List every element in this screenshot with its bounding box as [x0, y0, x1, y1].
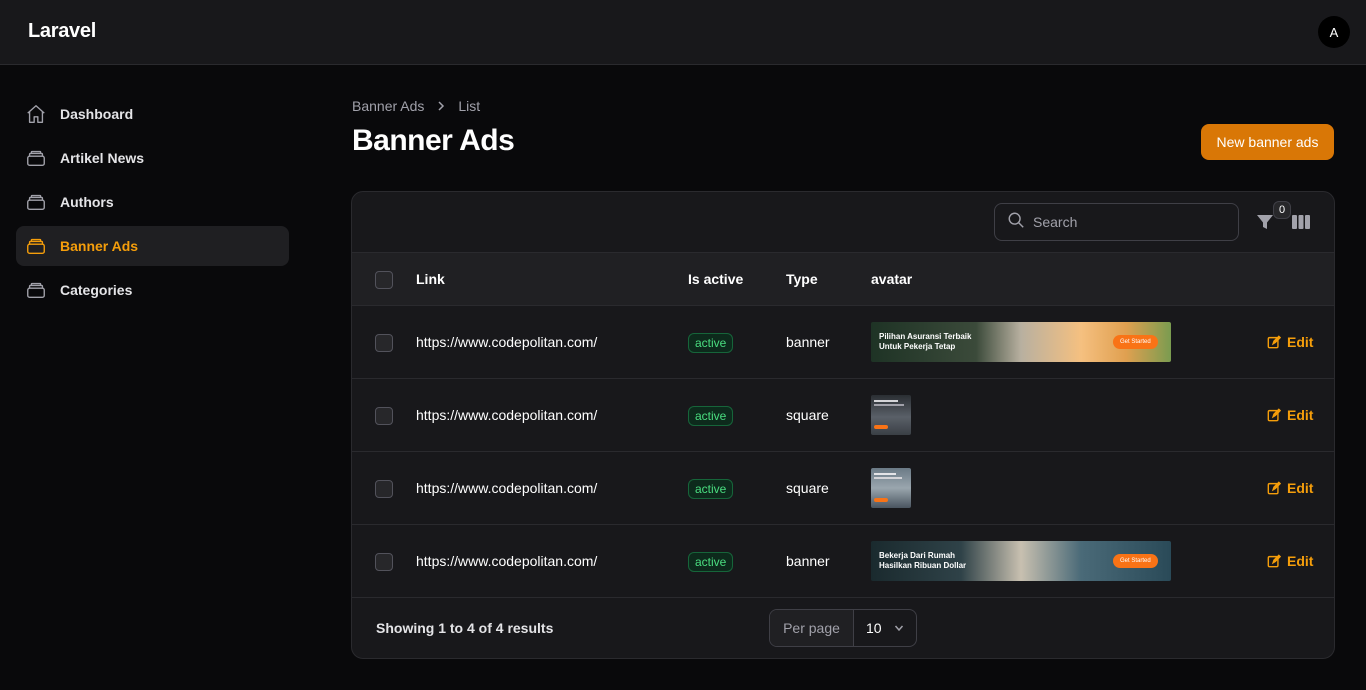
page-title: Banner Ads	[352, 124, 515, 157]
sidebar-item-label: Banner Ads	[60, 238, 139, 254]
sidebar-item-artikel-news[interactable]: Artikel News	[16, 138, 289, 178]
row-checkbox[interactable]	[375, 407, 393, 425]
table-footer: Showing 1 to 4 of 4 results Per page 10	[352, 598, 1334, 658]
sidebar-item-label: Dashboard	[60, 106, 134, 122]
status-badge: active	[688, 333, 734, 353]
chevron-right-icon	[436, 101, 446, 111]
banner-image	[871, 468, 911, 508]
type-cell: square	[786, 480, 829, 496]
table-row: https://www.codepolitan.com/ active bann…	[352, 306, 1334, 379]
column-header-avatar[interactable]: avatar	[871, 271, 912, 287]
banner-image: Bekerja Dari Rumah Hasilkan Ribuan Dolla…	[871, 541, 1171, 581]
edit-label: Edit	[1287, 407, 1314, 423]
sidebar-item-authors[interactable]: Authors	[16, 182, 289, 222]
edit-button[interactable]: Edit	[1267, 334, 1313, 350]
sidebar-item-label: Categories	[60, 282, 133, 298]
edit-label: Edit	[1287, 480, 1314, 496]
row-checkbox[interactable]	[375, 553, 393, 571]
table-row: https://www.codepolitan.com/ active squa…	[352, 452, 1334, 525]
banner-subline: Untuk Pekerja Tetap	[879, 342, 956, 351]
filter-icon[interactable]	[1255, 212, 1275, 232]
edit-button[interactable]: Edit	[1267, 480, 1313, 496]
chevron-down-icon	[894, 620, 904, 636]
table-header: Link Is active Type avatar	[352, 253, 1334, 306]
link-cell[interactable]: https://www.codepolitan.com/	[416, 334, 597, 350]
stack-icon	[24, 146, 48, 170]
search-icon	[1007, 211, 1025, 234]
row-checkbox[interactable]	[375, 334, 393, 352]
table-row: https://www.codepolitan.com/ active squa…	[352, 379, 1334, 452]
column-header-link[interactable]: Link	[416, 271, 445, 287]
edit-button[interactable]: Edit	[1267, 553, 1313, 569]
column-header-type[interactable]: Type	[786, 271, 818, 287]
breadcrumb-parent[interactable]: Banner Ads	[352, 98, 424, 114]
table-toolbar: 0	[352, 192, 1334, 253]
edit-label: Edit	[1287, 334, 1314, 350]
per-page-select[interactable]: 10	[854, 610, 916, 646]
stack-icon	[24, 234, 48, 258]
status-badge: active	[688, 406, 734, 426]
sidebar-item-label: Authors	[60, 194, 114, 210]
filter-count-badge: 0	[1273, 201, 1291, 219]
per-page-label: Per page	[770, 610, 854, 646]
banner-cta: Get Started	[1113, 554, 1158, 568]
home-icon	[24, 102, 48, 126]
status-badge: active	[688, 552, 734, 572]
sidebar-item-categories[interactable]: Categories	[16, 270, 289, 310]
search-input[interactable]	[1033, 214, 1223, 230]
edit-label: Edit	[1287, 553, 1314, 569]
results-summary: Showing 1 to 4 of 4 results	[376, 620, 554, 636]
edit-icon	[1267, 554, 1281, 568]
edit-button[interactable]: Edit	[1267, 407, 1313, 423]
banner-headline: Pilihan Asuransi Terbaik	[879, 332, 972, 341]
breadcrumb: Banner Ads List	[352, 98, 480, 114]
banner-subline: Hasilkan Ribuan Dollar	[879, 561, 967, 570]
stack-icon	[24, 278, 48, 302]
sidebar-item-dashboard[interactable]: Dashboard	[16, 94, 289, 134]
breadcrumb-current: List	[458, 98, 481, 114]
sidebar: Dashboard Artikel News Authors Banner Ad…	[16, 94, 289, 314]
sidebar-item-banner-ads[interactable]: Banner Ads	[16, 226, 289, 266]
type-cell: square	[786, 407, 829, 423]
edit-icon	[1267, 335, 1281, 349]
status-badge: active	[688, 479, 734, 499]
select-all-checkbox[interactable]	[375, 271, 393, 289]
search-box	[994, 203, 1239, 241]
banner-image: Pilihan Asuransi Terbaik Untuk Pekerja T…	[871, 322, 1171, 362]
table-row: https://www.codepolitan.com/ active bann…	[352, 525, 1334, 598]
edit-icon	[1267, 408, 1281, 422]
top-bar: Laravel A	[0, 0, 1366, 65]
edit-icon	[1267, 481, 1281, 495]
columns-icon[interactable]	[1291, 212, 1311, 232]
type-cell: banner	[786, 334, 830, 350]
link-cell[interactable]: https://www.codepolitan.com/	[416, 407, 597, 423]
type-cell: banner	[786, 553, 830, 569]
brand-logo[interactable]: Laravel	[28, 20, 96, 43]
banner-cta: Get Started	[1113, 335, 1158, 349]
banner-headline: Bekerja Dari Rumah	[879, 551, 956, 560]
link-cell[interactable]: https://www.codepolitan.com/	[416, 480, 597, 496]
per-page-value: 10	[866, 620, 882, 636]
per-page-control: Per page 10	[769, 609, 917, 647]
column-header-is-active[interactable]: Is active	[688, 271, 743, 287]
row-checkbox[interactable]	[375, 480, 393, 498]
stack-icon	[24, 190, 48, 214]
sidebar-item-label: Artikel News	[60, 150, 145, 166]
banner-image	[871, 395, 911, 435]
new-banner-ads-button[interactable]: New banner ads	[1201, 124, 1334, 160]
link-cell[interactable]: https://www.codepolitan.com/	[416, 553, 597, 569]
user-avatar[interactable]: A	[1318, 16, 1350, 48]
table-card: 0 Link Is active Type avatar https://www…	[351, 191, 1335, 659]
